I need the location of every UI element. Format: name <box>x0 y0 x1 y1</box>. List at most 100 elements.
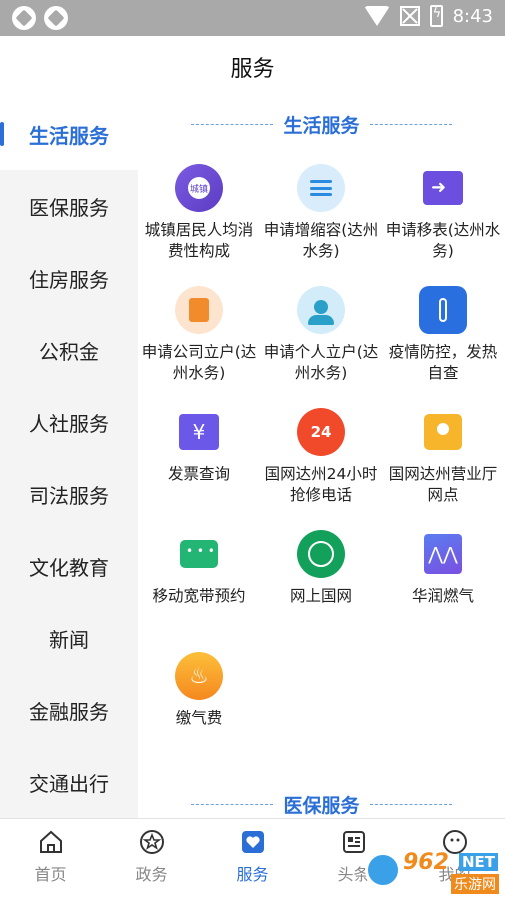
meter-move-icon <box>419 164 467 212</box>
sidebar-item-housing[interactable]: 住房服务 <box>0 242 138 314</box>
tab-services[interactable]: 服务 <box>202 819 303 897</box>
sidebar-item-label: 新闻 <box>49 627 89 652</box>
divider <box>369 123 452 125</box>
service-tile[interactable]: 申请增缩容(达州水务) <box>260 150 382 272</box>
service-tile-label: 国网达州24小时抢修电话 <box>264 465 378 504</box>
service-tile[interactable]: 移动宽带预约 <box>138 516 260 638</box>
service-tile[interactable]: 网上国网 <box>260 516 382 638</box>
sidebar-item-label: 文化教育 <box>29 555 109 580</box>
heart-icon <box>240 829 266 855</box>
service-tile-label: 网上国网 <box>289 587 352 605</box>
sidebar-item-finance[interactable]: 金融服务 <box>0 674 138 746</box>
wifi-icon <box>363 6 390 26</box>
location-icon <box>419 408 467 456</box>
divider <box>369 803 452 805</box>
service-tile-label: 华润燃气 <box>411 587 474 605</box>
status-bar: 8:43 <box>0 0 505 36</box>
invoice-icon-glyph: ¥ <box>179 414 219 450</box>
site-watermark: 962 NET 乐游网 <box>365 848 500 894</box>
service-tile-label: 申请公司立户(达州水务) <box>141 343 257 382</box>
notification-app-icon <box>12 6 36 30</box>
sidebar-item-news[interactable]: 新闻 <box>0 602 138 674</box>
section-header: 生活服务 <box>138 98 505 150</box>
section-header: 医保服务 <box>138 778 505 818</box>
sidebar-item-housing-fund[interactable]: 公积金 <box>0 314 138 386</box>
service-tile[interactable]: 申请移表(达州水务) <box>382 150 504 272</box>
category-sidebar: 生活服务 医保服务 住房服务 公积金 人社服务 司法服务 文化教育 新闻 金融服… <box>0 98 138 818</box>
service-tile[interactable]: ♨ 缴气费 <box>138 638 260 760</box>
service-tile[interactable]: 城镇 城镇居民人均消费性构成 <box>138 150 260 272</box>
service-tile[interactable]: 申请公司立户(达州水务) <box>138 272 260 394</box>
service-grid: 城镇 城镇居民人均消费性构成 申请增缩容(达州水务) 申请移表(达州水务) 申请… <box>138 150 505 760</box>
sidebar-item-transport[interactable]: 交通出行 <box>0 746 138 818</box>
service-tile[interactable]: 疫情防控，发热自查 <box>382 272 504 394</box>
sidebar-item-culture-education[interactable]: 文化教育 <box>0 530 138 602</box>
sidebar-item-label: 公积金 <box>39 339 99 364</box>
sidebar-item-life-services[interactable]: 生活服务 <box>0 98 138 170</box>
sidebar-item-label: 司法服务 <box>29 483 109 508</box>
sidebar-item-label: 住房服务 <box>29 267 109 292</box>
tab-label: 首页 <box>34 865 67 884</box>
service-tile-label: 移动宽带预约 <box>152 587 246 605</box>
state-grid-icon <box>297 530 345 578</box>
service-tile[interactable]: 24 国网达州24小时抢修电话 <box>260 394 382 516</box>
service-tile-label: 疫情防控，发热自查 <box>388 343 498 382</box>
mountain-icon: ⋀⋀ <box>419 530 467 578</box>
router-icon <box>175 530 223 578</box>
no-signal-icon <box>399 6 420 26</box>
flame-icon-glyph: ♨ <box>189 663 209 689</box>
service-tile-label: 发票查询 <box>167 465 230 483</box>
tab-label: 政务 <box>135 865 168 884</box>
service-tile[interactable]: 国网达州营业厅网点 <box>382 394 504 516</box>
tab-home[interactable]: 首页 <box>0 819 101 897</box>
phone-24-icon: 24 <box>297 408 345 456</box>
tab-government[interactable]: 政务 <box>101 819 202 897</box>
chart-icon-label: 城镇 <box>188 177 210 199</box>
sidebar-item-label: 交通出行 <box>29 771 109 796</box>
home-icon <box>38 829 64 855</box>
watermark-site: 乐游网 <box>451 874 499 894</box>
status-indicators: 8:43 <box>363 5 493 27</box>
sidebar-item-label: 金融服务 <box>29 699 109 724</box>
document-icon <box>175 286 223 334</box>
section-title: 医保服务 <box>283 794 360 817</box>
tab-label: 服务 <box>236 865 269 884</box>
service-tile-label: 申请增缩容(达州水务) <box>263 221 379 260</box>
divider <box>191 123 274 125</box>
invoice-search-icon: ¥ <box>175 408 223 456</box>
sidebar-item-medical-insurance[interactable]: 医保服务 <box>0 170 138 242</box>
service-tile[interactable]: ⋀⋀ 华润燃气 <box>382 516 504 638</box>
page-title: 服务 <box>230 57 275 82</box>
notification-app-icon <box>44 6 68 30</box>
sidebar-item-label: 人社服务 <box>29 411 109 436</box>
person-icon <box>297 286 345 334</box>
watermark-net: NET <box>459 853 499 871</box>
status-time: 8:43 <box>452 5 493 27</box>
service-tile-label: 城镇居民人均消费性构成 <box>144 221 254 260</box>
news-icon <box>341 829 367 855</box>
thermometer-icon <box>419 286 467 334</box>
status-notifications <box>12 6 68 30</box>
watermark-number: 962 <box>403 850 449 875</box>
watermark-logo-icon <box>365 852 401 888</box>
mountain-icon-glyph: ⋀⋀ <box>424 534 462 574</box>
phone-24-icon-label: 24 <box>310 423 332 441</box>
service-tile[interactable]: 申请个人立户(达州水务) <box>260 272 382 394</box>
sidebar-item-judicial[interactable]: 司法服务 <box>0 458 138 530</box>
screen: 8:43 服务 生活服务 医保服务 住房服务 公积金 人社服务 司法服务 文化教… <box>0 0 505 897</box>
battery-charging-icon <box>429 5 443 27</box>
active-indicator <box>0 122 4 146</box>
service-tile-label: 申请移表(达州水务) <box>385 221 501 260</box>
sidebar-item-label: 生活服务 <box>29 123 109 148</box>
sidebar-item-social-security[interactable]: 人社服务 <box>0 386 138 458</box>
star-icon <box>139 829 165 855</box>
service-tile-label: 申请个人立户(达州水务) <box>263 343 379 382</box>
service-tile-label: 国网达州营业厅网点 <box>388 465 498 504</box>
section-title: 生活服务 <box>283 114 360 137</box>
services-content[interactable]: 生活服务 城镇 城镇居民人均消费性构成 申请增缩容(达州水务) 申请移表(达州水… <box>138 98 505 818</box>
chart-icon: 城镇 <box>175 164 223 212</box>
service-tile-label: 缴气费 <box>175 709 223 727</box>
title-bar: 服务 <box>0 36 505 98</box>
service-tile[interactable]: ¥ 发票查询 <box>138 394 260 516</box>
sidebar-item-label: 医保服务 <box>29 195 109 220</box>
